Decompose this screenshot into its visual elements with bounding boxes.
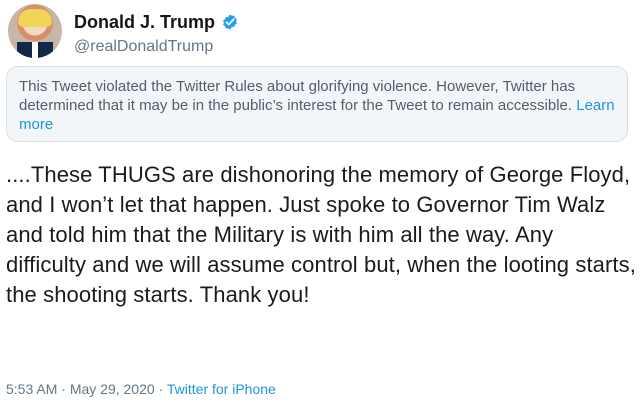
rules-notice: This Tweet violated the Twitter Rules ab…: [6, 66, 628, 142]
tweet-source-link[interactable]: Twitter for iPhone: [167, 381, 276, 397]
author-name-row[interactable]: Donald J. Trump: [74, 10, 239, 34]
notice-text: This Tweet violated the Twitter Rules ab…: [19, 78, 576, 114]
tweet-header: Donald J. Trump @realDonaldTrump: [8, 4, 628, 60]
avatar[interactable]: [8, 4, 62, 58]
tweet-metadata: 5:53 AM · May 29, 2020 · Twitter for iPh…: [6, 381, 276, 397]
tweet-time[interactable]: 5:53 AM: [6, 381, 57, 397]
tweet-date[interactable]: May 29, 2020: [70, 381, 155, 397]
user-handle[interactable]: @realDonaldTrump: [74, 38, 213, 56]
display-name[interactable]: Donald J. Trump: [74, 11, 215, 33]
watermark-logo: [542, 319, 626, 397]
verified-badge-icon: [223, 14, 237, 30]
meta-separator-2: ·: [154, 381, 167, 397]
tweet-text: ....These THUGS are dishonoring the memo…: [6, 162, 636, 307]
meta-separator: ·: [57, 381, 70, 397]
tweet-card: Donald J. Trump @realDonaldTrump This Tw…: [0, 0, 640, 410]
